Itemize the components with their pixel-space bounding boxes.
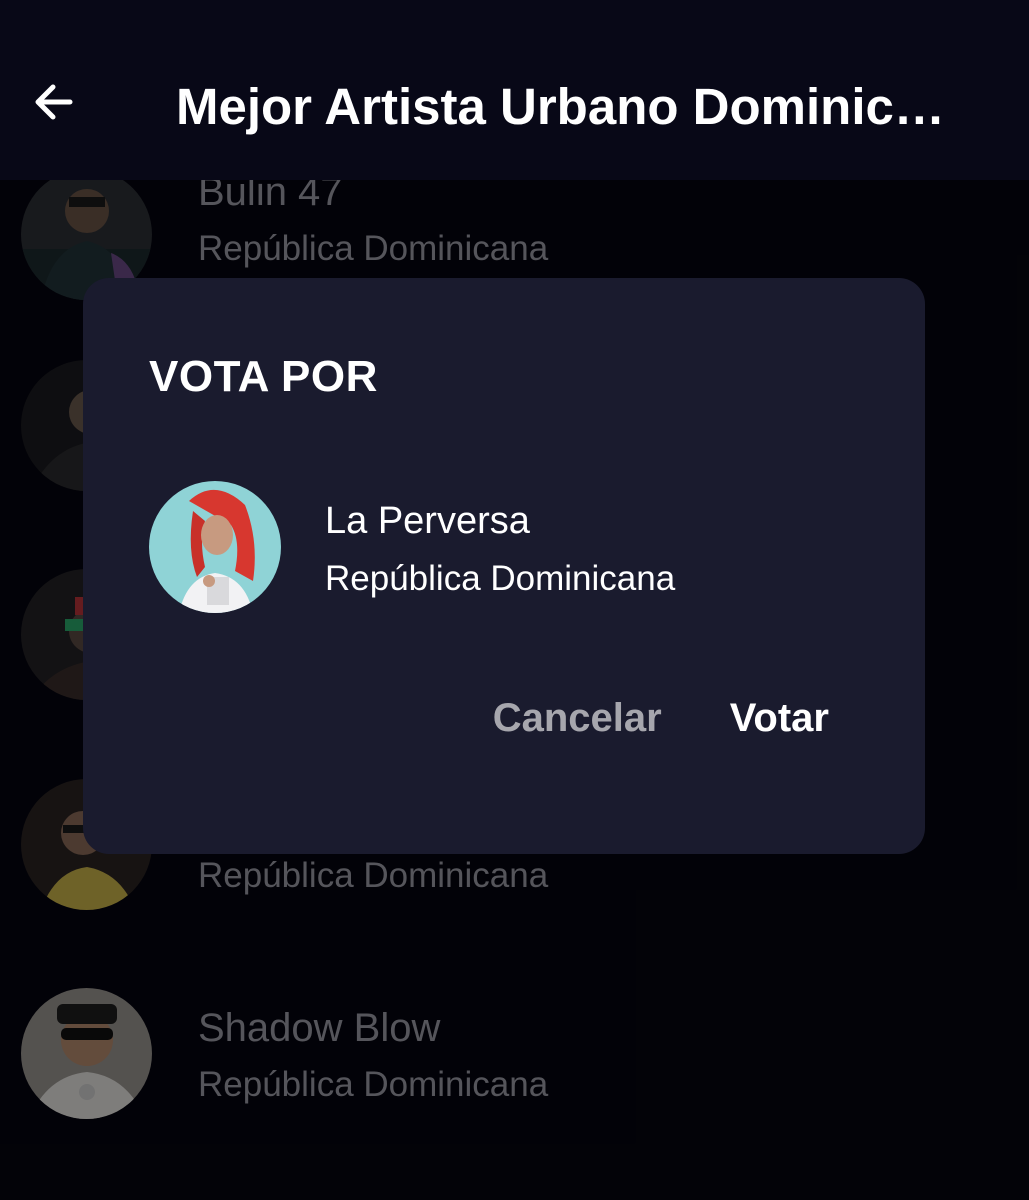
back-button[interactable] bbox=[22, 70, 86, 134]
app-bar: Mejor Artista Urbano Dominicano bbox=[0, 0, 1029, 180]
artist-avatar bbox=[149, 481, 281, 613]
arrow-left-icon bbox=[35, 84, 73, 120]
page-title: Mejor Artista Urbano Dominicano bbox=[176, 78, 956, 135]
artist-name: La Perversa bbox=[325, 500, 530, 542]
dialog-actions: Cancelar Votar bbox=[493, 696, 829, 741]
vote-dialog: VOTA POR La Perversa República Dominican… bbox=[83, 278, 925, 854]
artist-country: República Dominicana bbox=[325, 559, 676, 598]
cancel-button[interactable]: Cancelar bbox=[493, 696, 662, 741]
dialog-title: VOTA POR bbox=[149, 352, 378, 401]
vote-button[interactable]: Votar bbox=[730, 696, 829, 741]
